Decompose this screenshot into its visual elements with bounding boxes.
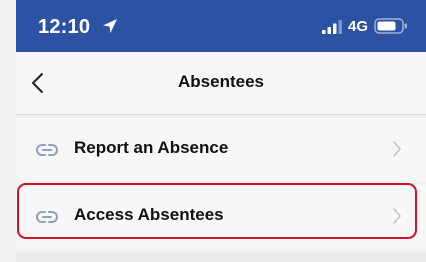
location-arrow-icon bbox=[103, 19, 117, 33]
menu-item-access-absentees[interactable]: Access Absentees bbox=[16, 185, 426, 249]
network-type: 4G bbox=[348, 18, 369, 35]
app-screen: 12:10 4G Absentees Report an Absence Acc… bbox=[0, 0, 426, 262]
status-time: 12:10 bbox=[38, 16, 91, 38]
page-title: Absentees bbox=[178, 72, 264, 91]
menu-item-label: Access Absentees bbox=[74, 205, 224, 224]
menu-item-report-absence[interactable]: Report an Absence bbox=[16, 118, 426, 182]
link-icon bbox=[36, 144, 58, 156]
battery-icon bbox=[374, 18, 407, 34]
signal-bars-icon bbox=[322, 20, 342, 34]
menu-item-label: Report an Absence bbox=[74, 138, 229, 157]
chevron-right-icon bbox=[393, 208, 401, 224]
status-bar: 12:10 4G bbox=[16, 0, 426, 52]
list-footer bbox=[16, 252, 426, 262]
link-icon bbox=[36, 211, 58, 223]
navigation-bar: Absentees bbox=[16, 52, 426, 115]
chevron-right-icon bbox=[393, 141, 401, 157]
